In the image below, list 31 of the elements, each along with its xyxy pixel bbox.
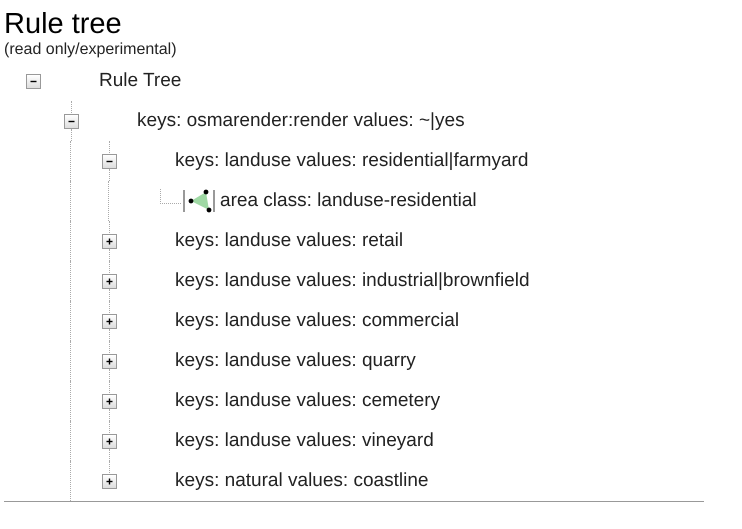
tree-toggle[interactable]: [102, 474, 117, 488]
tree-toggle[interactable]: [102, 274, 117, 288]
tree-toggle[interactable]: [102, 434, 117, 448]
tree-toggle[interactable]: [64, 114, 79, 128]
tree-toggle[interactable]: [102, 234, 117, 248]
tree-node-label[interactable]: keys: landuse values: vineyard: [175, 430, 434, 452]
plus-icon: [105, 236, 114, 246]
area-icon: [183, 188, 215, 214]
tree-node-label[interactable]: keys: natural values: coastline: [175, 470, 428, 492]
plus-icon: [105, 276, 114, 286]
tree-node-label[interactable]: keys: landuse values: residential|farmyard: [175, 150, 528, 172]
page-title: Rule tree: [4, 8, 123, 40]
plus-icon: [105, 356, 114, 366]
tree-toggle[interactable]: [102, 154, 117, 168]
tree-node-label[interactable]: keys: landuse values: cemetery: [175, 390, 440, 412]
plus-icon: [105, 436, 114, 446]
tree-node-label[interactable]: keys: landuse values: industrial|brownfield: [175, 270, 530, 292]
tree-toggle[interactable]: [102, 394, 117, 408]
subtitle: (read only/experimental): [4, 40, 178, 59]
tree-node-label[interactable]: keys: landuse values: retail: [175, 230, 404, 252]
tree-node-label[interactable]: keys: landuse values: commercial: [175, 310, 460, 332]
tree-toggle[interactable]: [102, 314, 117, 328]
plus-icon: [105, 316, 114, 326]
tree-node-label[interactable]: keys: osmarender:render values: ~|yes: [137, 110, 465, 132]
tree-toggle[interactable]: [102, 354, 117, 368]
tree-node-label[interactable]: area class: landuse-residential: [220, 190, 477, 212]
tree-node-label[interactable]: keys: landuse values: quarry: [175, 350, 416, 372]
tree-toggle[interactable]: [26, 74, 41, 88]
plus-icon: [105, 396, 114, 406]
plus-icon: [105, 476, 114, 486]
tree-node-label[interactable]: Rule Tree: [99, 70, 182, 92]
